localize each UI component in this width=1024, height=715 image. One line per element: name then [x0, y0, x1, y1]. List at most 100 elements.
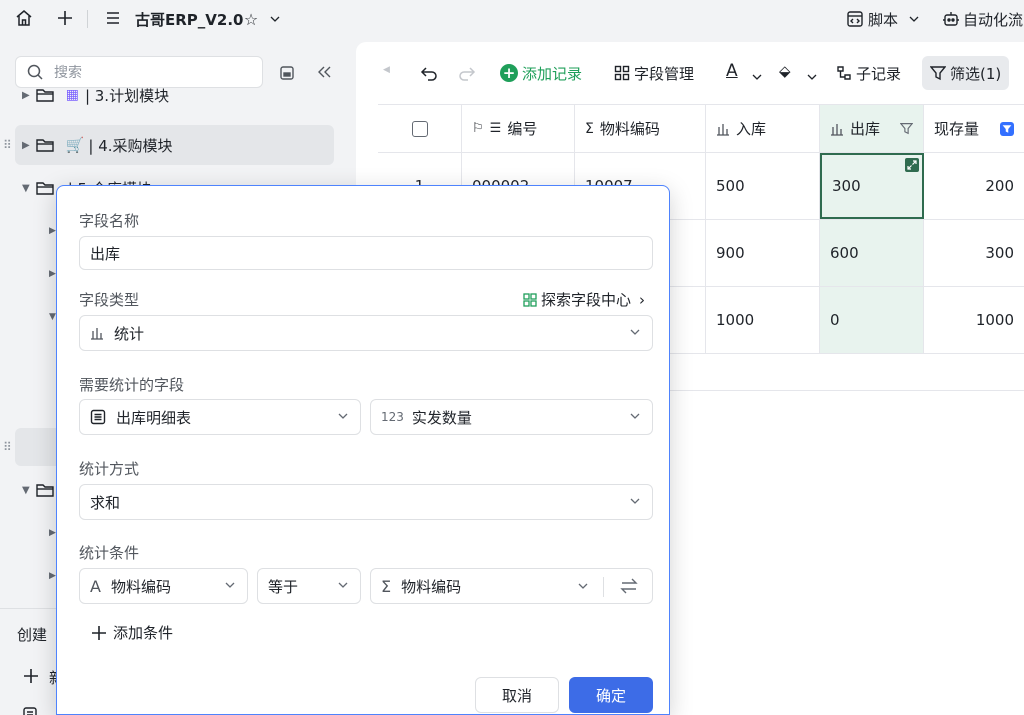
chevron-down-icon[interactable]	[807, 68, 817, 86]
add-icon[interactable]	[22, 667, 40, 689]
chevron-down-icon	[630, 498, 640, 504]
field-type-select[interactable]: 统计	[79, 315, 653, 351]
stat-method-value: 求和	[90, 493, 121, 512]
add-record-button[interactable]: + 添加记录	[494, 56, 588, 90]
column-title: 出库	[850, 120, 881, 138]
folder-icon	[36, 180, 54, 196]
list-number-icon: ☰	[489, 121, 502, 136]
filter-badge-icon[interactable]	[1000, 121, 1014, 136]
expand-icon[interactable]	[905, 158, 919, 172]
collapse-panel-icon[interactable]	[279, 65, 295, 85]
cell-stock[interactable]: 300	[924, 220, 1024, 286]
filter-button[interactable]: 筛选(1)	[922, 56, 1010, 90]
script-button[interactable]: 脚本	[868, 9, 898, 30]
column-header-out[interactable]: 出库	[820, 105, 924, 152]
fill-color-icon[interactable]: ⬙	[779, 62, 791, 80]
bar-chart-icon	[90, 326, 104, 340]
sidebar-item-plan[interactable]: ▶ ▦ | 3.计划模块	[0, 85, 334, 107]
stat-table-select[interactable]: 出库明细表	[79, 399, 361, 435]
field-name-label: 字段名称	[79, 212, 140, 230]
robot-icon[interactable]	[940, 8, 962, 30]
caret-down-icon[interactable]: ▼	[49, 312, 56, 322]
sigma-icon: Σ	[381, 576, 392, 596]
column-title: 现存量	[934, 120, 980, 138]
sidebar-item-purchase[interactable]: ▶ 🛒 | 4.采购模块	[15, 125, 334, 165]
add-condition-label: 添加条件	[113, 624, 174, 642]
select-all-cell[interactable]	[378, 105, 462, 152]
cell-stock[interactable]: 200	[924, 153, 1024, 219]
cell-in[interactable]: 900	[706, 220, 820, 286]
folder-icon	[36, 137, 54, 153]
column-title: 编号	[507, 120, 538, 138]
condition-label: 统计条件	[79, 544, 140, 562]
explore-field-center-link[interactable]: 探索字段中心 ›	[523, 289, 645, 310]
document-icon[interactable]	[22, 706, 38, 715]
text-color-icon[interactable]: A	[726, 61, 738, 81]
plus-icon	[91, 625, 107, 641]
confirm-button[interactable]: 确定	[569, 677, 653, 713]
filter-icon[interactable]	[900, 122, 913, 135]
grid-icon	[614, 65, 630, 81]
drag-handle-icon[interactable]: ⠿	[3, 440, 12, 454]
caret-right-icon[interactable]: ▶	[49, 226, 56, 236]
redo-icon[interactable]	[458, 64, 476, 86]
cell-in[interactable]: 1000	[706, 287, 820, 353]
caret-right-icon[interactable]: ▶	[49, 571, 56, 581]
chevron-down-icon[interactable]	[903, 8, 925, 30]
condition-right-select[interactable]: Σ 物料编码	[370, 568, 653, 604]
home-icon[interactable]	[13, 7, 35, 29]
chevron-down-icon[interactable]	[264, 8, 286, 30]
cell-out[interactable]: 600	[820, 220, 924, 286]
filter-icon	[930, 65, 946, 81]
drag-handle-icon[interactable]: ⠿	[3, 138, 12, 152]
condition-operator-select[interactable]: 等于	[257, 568, 361, 604]
add-record-label: 添加记录	[522, 64, 583, 83]
caret-right-icon[interactable]: ▶	[49, 269, 56, 279]
caret-left-icon[interactable]: ◀	[383, 65, 390, 75]
folder-icon	[36, 482, 54, 498]
chevron-down-icon[interactable]	[752, 68, 762, 86]
cancel-button[interactable]: 取消	[475, 677, 559, 713]
hierarchy-icon	[836, 65, 852, 81]
column-header-stock[interactable]: 现存量	[924, 105, 1024, 152]
calendar-icon: ▦	[65, 87, 79, 103]
add-condition-button[interactable]: 添加条件	[91, 622, 173, 643]
search-input[interactable]: 搜索	[15, 56, 263, 88]
column-header-in[interactable]: 入库	[706, 105, 820, 152]
select-all-checkbox[interactable]	[411, 120, 428, 137]
search-placeholder: 搜索	[54, 65, 82, 81]
cell-stock[interactable]: 1000	[924, 287, 1024, 353]
sub-record-button[interactable]: 子记录	[830, 56, 907, 90]
field-manage-button[interactable]: 字段管理	[608, 56, 700, 90]
menu-icon[interactable]	[102, 7, 124, 29]
automation-button[interactable]: 自动化流	[963, 9, 1023, 30]
column-header-material[interactable]: Σ 物料编码	[575, 105, 706, 152]
bar-chart-icon	[716, 122, 730, 136]
stat-column-select[interactable]: 123 实发数量	[370, 399, 653, 435]
swap-icon[interactable]	[620, 577, 638, 595]
text-type-icon: A	[90, 576, 101, 596]
app-title[interactable]: 古哥ERP_V2.0	[135, 9, 243, 30]
column-title: 入库	[736, 120, 767, 138]
field-manage-label: 字段管理	[634, 64, 695, 83]
column-header-number[interactable]: ⚐ ☰ 编号	[462, 105, 575, 152]
undo-icon[interactable]	[420, 64, 438, 86]
double-chevron-left-icon[interactable]	[316, 64, 332, 84]
cell-in[interactable]: 500	[706, 153, 820, 219]
caret-right-icon[interactable]: ▶	[49, 528, 56, 538]
add-icon[interactable]	[54, 7, 76, 29]
stat-method-select[interactable]: 求和	[79, 484, 653, 520]
cell-out[interactable]: 0	[820, 287, 924, 353]
condition-left-select[interactable]: A 物料编码	[79, 568, 248, 604]
field-name-input[interactable]: 出库	[79, 236, 653, 270]
cell-out-selected[interactable]: 300	[820, 153, 924, 219]
condition-operator-value: 等于	[268, 577, 299, 596]
plus-circle-icon: +	[500, 64, 518, 82]
folder-icon	[36, 87, 54, 103]
flag-icon: ⚐	[472, 121, 484, 136]
star-icon[interactable]: ☆	[240, 8, 262, 30]
script-icon[interactable]	[844, 8, 866, 30]
filter-label: 筛选(1)	[950, 64, 1002, 83]
stat-method-label: 统计方式	[79, 460, 140, 478]
top-bar: 古哥ERP_V2.0 ☆ 脚本 自动化流	[0, 0, 1024, 38]
